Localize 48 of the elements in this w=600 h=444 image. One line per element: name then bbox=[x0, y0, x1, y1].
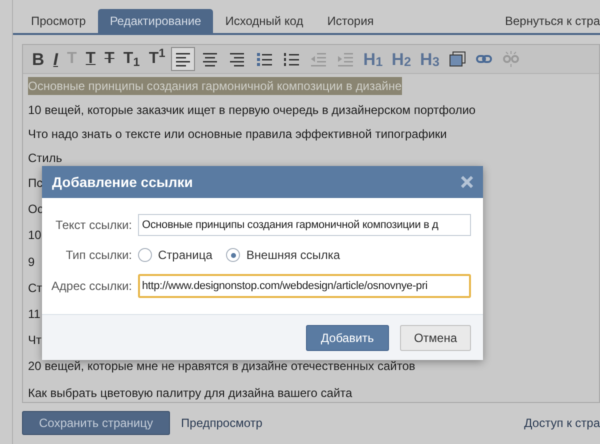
field-label: Адрес ссылки: bbox=[50, 278, 133, 295]
preview-link[interactable]: Предпросмотр bbox=[181, 414, 262, 432]
format-button[interactable]: T bbox=[82, 47, 99, 71]
tab[interactable]: Редактирование bbox=[98, 9, 214, 33]
dialog-title: Добавление ссылки bbox=[52, 172, 194, 192]
unlink-icon bbox=[502, 50, 520, 68]
back-link[interactable]: Вернуться к стра bbox=[505, 9, 600, 33]
cancel-button[interactable]: Отмена bbox=[400, 324, 471, 350]
add-button[interactable]: Добавить bbox=[306, 324, 389, 350]
editor-line: Стиль bbox=[28, 150, 62, 167]
input-field[interactable]: Основные принципы создания гармоничной композиции в д bbox=[138, 214, 471, 236]
editor-line: Пс bbox=[28, 175, 43, 192]
bullet-list-icon bbox=[255, 50, 274, 68]
format-button[interactable]: B bbox=[29, 47, 48, 71]
tab[interactable]: Просмотр bbox=[19, 9, 98, 33]
format-button[interactable]: I bbox=[50, 47, 62, 71]
radio-button[interactable] bbox=[138, 248, 152, 262]
editor-line: 10 вещей, которые заказчик ищет в первую очередь в дизайнерском портфолио bbox=[28, 102, 476, 119]
radio-label: Внешняя ссылка bbox=[246, 247, 340, 264]
editor-line: 9 bbox=[28, 254, 35, 271]
indent-icon bbox=[336, 50, 354, 68]
tab[interactable]: История bbox=[315, 9, 386, 33]
editor-line: Что надо знать о тексте или основные правила эффективной типографики bbox=[28, 126, 447, 143]
editor-line: 20 вещей, которые мне не нравятся в дизайне отечественных сайтов bbox=[28, 358, 416, 376]
image-icon bbox=[448, 50, 466, 68]
editor-line: Ст bbox=[28, 280, 42, 297]
align-left-button[interactable] bbox=[171, 47, 196, 71]
save-button[interactable]: Сохранить страницу bbox=[22, 411, 170, 435]
field-label: Текст ссылки: bbox=[54, 217, 133, 234]
field-label: Тип ссылки: bbox=[64, 247, 133, 264]
close-icon[interactable] bbox=[461, 176, 473, 188]
input-field[interactable]: http://www.designonstop.com/webdesign/article/osnovnye-pri bbox=[138, 274, 471, 298]
align-center-icon bbox=[201, 50, 220, 68]
editor-line: 10 bbox=[28, 227, 42, 244]
access-link[interactable]: Доступ к стра bbox=[524, 414, 600, 432]
outdent-icon bbox=[309, 50, 328, 68]
align-right-icon bbox=[228, 50, 246, 68]
format-button[interactable]: T$^{1}$ bbox=[146, 47, 168, 71]
format-button[interactable]: T$_{1}$ bbox=[120, 47, 143, 71]
radio-button[interactable] bbox=[226, 248, 240, 262]
radio-label: Страница bbox=[158, 247, 212, 264]
editor-line: 11 bbox=[28, 306, 40, 324]
tab[interactable]: Исходный код bbox=[213, 9, 316, 33]
editor-line: Чт bbox=[28, 332, 42, 350]
numbered-list-icon bbox=[282, 50, 300, 68]
editor-line: Как выбрать цветовую палитру для дизайна вашего сайта bbox=[28, 384, 352, 402]
format-button[interactable]: T bbox=[102, 47, 118, 71]
align-left-icon bbox=[174, 50, 192, 68]
